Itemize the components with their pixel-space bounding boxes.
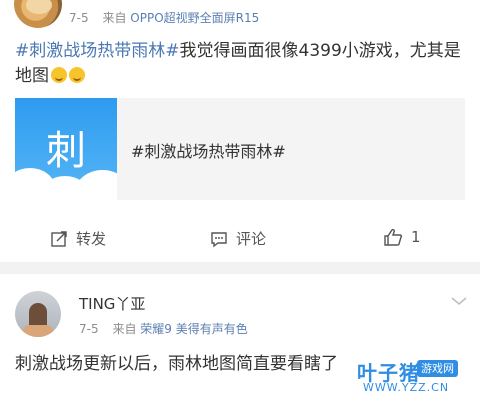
topic-card[interactable]: 刺 #刺激战场热带雨林# <box>15 98 465 200</box>
post-source[interactable]: 荣耀9 美得有声有色 <box>140 322 247 336</box>
watermark-url: WWW.YZZ.CN <box>363 381 450 394</box>
thumbs-up-icon <box>384 228 403 246</box>
laugh-cry-emoji-icon <box>51 67 67 83</box>
like-count: 1 <box>411 228 421 246</box>
topic-tag-link[interactable]: #刺激战场热带雨林# <box>15 41 180 61</box>
post-meta: 7-5 来自 OPPO超视野全面屏R15 <box>69 9 259 26</box>
action-bar: 转发 评论 1 <box>0 220 480 260</box>
source-prefix: 来自 <box>112 322 137 336</box>
thumbnail-char: 刺 <box>46 128 86 174</box>
site-watermark: 叶子猪 游戏网 WWW.YZZ.CN <box>355 357 465 397</box>
comment-label: 评论 <box>236 230 267 248</box>
laugh-cry-emoji-icon <box>69 67 85 83</box>
source-prefix: 来自 <box>102 11 127 25</box>
watermark-badge: 游戏网 <box>417 360 458 377</box>
post-text: #刺激战场热带雨林#我觉得画面很像4399小游戏，尤其是地图 <box>15 39 470 89</box>
author-avatar[interactable] <box>14 0 62 28</box>
repost-button[interactable]: 转发 <box>50 228 106 249</box>
repost-label: 转发 <box>76 230 107 248</box>
topic-card-title: #刺激战场热带雨林# <box>131 142 286 161</box>
author-avatar[interactable] <box>15 291 61 337</box>
chevron-down-icon[interactable] <box>450 295 468 307</box>
repost-icon <box>51 231 67 247</box>
post-meta: 7-5 来自 荣耀9 美得有声有色 <box>79 320 248 337</box>
feed-separator <box>0 262 480 274</box>
username[interactable]: TING丫亚 <box>79 293 145 314</box>
post-text: 刺激战场更新以后，雨林地图简直要看瞎了 <box>15 354 338 374</box>
post-date: 7-5 <box>69 11 89 25</box>
comment-button[interactable]: 评论 <box>210 228 266 249</box>
post-date: 7-5 <box>79 322 99 336</box>
comment-icon <box>211 232 227 248</box>
like-button[interactable]: 1 <box>383 228 421 246</box>
post-source[interactable]: OPPO超视野全面屏R15 <box>130 11 259 25</box>
topic-thumbnail: 刺 <box>15 98 117 200</box>
